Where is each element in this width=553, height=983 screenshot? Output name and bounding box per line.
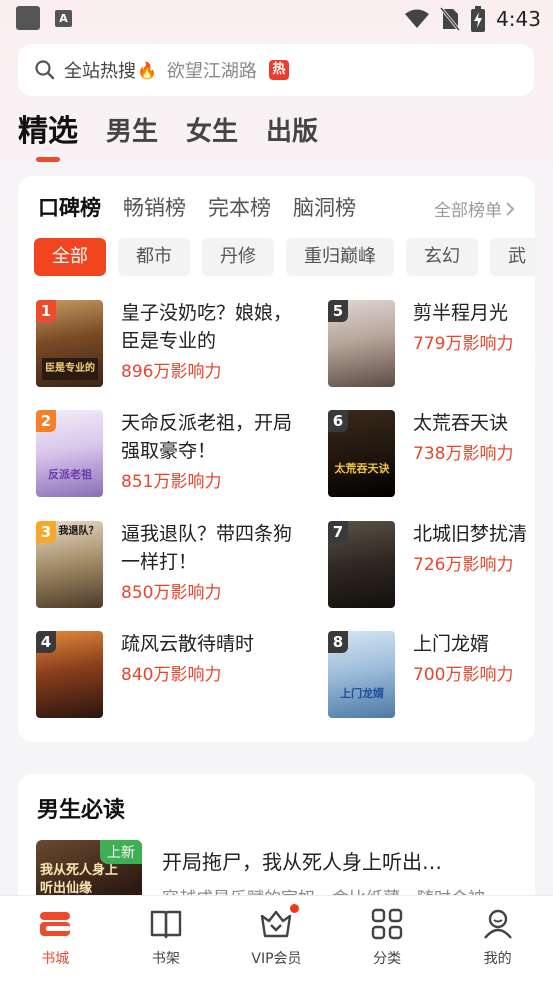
tab-featured[interactable]: 精选 (18, 112, 78, 162)
rank-badge: 7 (328, 521, 348, 543)
book-title: 北城旧梦扰清 (413, 523, 528, 545)
tab-publishing[interactable]: 出版 (266, 112, 318, 152)
book-title: 疏风云散待晴时 (121, 633, 255, 655)
book-title[interactable]: 开局拖尸，我从死人身上听出… (162, 846, 442, 875)
rank-badge: 1 (36, 300, 56, 322)
book-influence: 840万影响力 (121, 665, 222, 685)
cover-title: 我从死人身上听出仙缘 (40, 863, 119, 896)
book-item[interactable]: 5 剪半程月光 779万影响力 (328, 300, 535, 388)
nav-vip[interactable]: VIP会员 (221, 896, 332, 983)
search-hot-label: 全站热搜 (64, 61, 136, 82)
book-influence: 850万影响力 (121, 583, 222, 603)
category-grid-icon (371, 908, 403, 940)
book-cover: 臣是专业的 1 (36, 300, 103, 387)
chip-fantasy[interactable]: 玄幻 (406, 238, 478, 276)
bookstore-icon (40, 912, 71, 936)
clock: 4:43 (496, 7, 541, 31)
book-cover: 7 (328, 521, 395, 608)
book-cover: 5 (328, 300, 395, 387)
cover-title: 臣是专业的 (42, 358, 98, 380)
book-item[interactable]: 我退队？ 3 逼我退队？带四条狗一样打！ 850万影响力 (36, 521, 292, 609)
tab-creative-ranking[interactable]: 脑洞榜 (293, 192, 356, 222)
chip-alchemy[interactable]: 丹修 (202, 238, 274, 276)
genre-filter-chips: 全部 都市 丹修 重归巅峰 玄幻 武 (34, 238, 535, 276)
rank-badge: 5 (328, 300, 348, 322)
book-influence: 779万影响力 (413, 334, 514, 354)
book-cover: 反派老祖 2 (36, 410, 103, 497)
rank-badge: 4 (36, 631, 56, 653)
book-cover: 上门龙婿 8 (328, 631, 395, 718)
search-bar[interactable]: 全站热搜 🔥 欲望江湖路 热 (18, 44, 534, 96)
bottom-nav: 书城 书架 VIP会员 分类 我的 (0, 895, 553, 983)
chip-urban[interactable]: 都市 (118, 238, 190, 276)
chip-martial[interactable]: 武 (490, 238, 535, 276)
nav-bookshelf[interactable]: 书架 (111, 896, 222, 983)
rank-badge: 3 (36, 521, 56, 543)
notification-dot (290, 904, 300, 913)
book-title: 太荒吞天诀 (413, 412, 509, 434)
profile-icon (483, 909, 512, 939)
tab-indicator (36, 157, 60, 162)
status-bar: A 4:43 (0, 0, 553, 38)
book-title: 天命反派老祖，开局强取豪夺！ (121, 412, 293, 462)
chip-all[interactable]: 全部 (34, 238, 106, 276)
tab-bestseller-ranking[interactable]: 畅销榜 (123, 192, 186, 222)
search-icon (35, 60, 55, 80)
book-item[interactable]: 太荒吞天诀 6 太荒吞天诀 738万影响力 (328, 410, 535, 498)
cover-title: 反派老祖 (48, 468, 92, 481)
book-title: 上门龙婿 (413, 633, 490, 655)
rank-badge: 2 (36, 410, 56, 432)
flame-icon: 🔥 (137, 60, 157, 80)
book-influence: 726万影响力 (413, 555, 514, 575)
tab-female[interactable]: 女生 (186, 112, 238, 152)
book-cover: 太荒吞天诀 6 (328, 410, 395, 497)
rank-badge: 8 (328, 631, 348, 653)
hot-badge: 热 (268, 60, 289, 80)
wifi-icon (405, 9, 430, 28)
book-influence: 700万影响力 (413, 665, 514, 685)
book-influence: 738万影响力 (413, 444, 514, 464)
all-rankings-link[interactable]: 全部榜单 (434, 196, 515, 221)
app-notification-icon: A (55, 10, 72, 27)
cover-title: 上门龙婿 (340, 687, 384, 700)
ranking-tabs: 口碑榜 畅销榜 完本榜 脑洞榜 (38, 192, 356, 222)
book-influence: 851万影响力 (121, 472, 222, 492)
tab-male[interactable]: 男生 (106, 112, 158, 152)
book-cover: 4 (36, 631, 103, 718)
battery-charging-icon (471, 6, 486, 32)
tab-completed-ranking[interactable]: 完本榜 (208, 192, 271, 222)
nav-profile[interactable]: 我的 (442, 896, 553, 983)
new-badge: 上新 (100, 840, 142, 864)
tab-reputation-ranking[interactable]: 口碑榜 (38, 192, 101, 222)
search-suggestion[interactable]: 欲望江湖路 (167, 57, 257, 83)
book-item[interactable]: 7 北城旧梦扰清 726万影响力 (328, 521, 535, 609)
nav-category[interactable]: 分类 (332, 896, 443, 983)
book-item[interactable]: 上门龙婿 8 上门龙婿 700万影响力 (328, 631, 535, 719)
notification-icon (16, 6, 40, 30)
chevron-right-icon (506, 201, 515, 216)
nav-bookstore[interactable]: 书城 (0, 896, 111, 983)
no-sim-icon (440, 7, 461, 31)
book-item[interactable]: 4 疏风云散待晴时 840万影响力 (36, 631, 266, 719)
chip-return-to-peak[interactable]: 重归巅峰 (286, 238, 394, 276)
section-title: 男生必读 (37, 798, 126, 823)
book-item[interactable]: 臣是专业的 1 皇子没奶吃？娘娘，臣是专业的 896万影响力 (36, 300, 292, 388)
bookshelf-icon (150, 910, 182, 939)
cover-title: 我退队？ (58, 526, 99, 537)
book-title: 皇子没奶吃？娘娘，臣是专业的 (121, 302, 293, 352)
book-title: 剪半程月光 (413, 302, 509, 324)
vip-crown-icon (261, 910, 292, 938)
book-cover: 我退队？ 3 (36, 521, 103, 608)
book-title: 逼我退队？带四条狗一样打！ (121, 523, 293, 573)
main-tabs: 精选 男生 女生 出版 (18, 112, 318, 162)
cover-title: 太荒吞天诀 (334, 462, 390, 475)
book-influence: 896万影响力 (121, 362, 222, 382)
book-item[interactable]: 反派老祖 2 天命反派老祖，开局强取豪夺！ 851万影响力 (36, 410, 292, 498)
ranking-card: 口碑榜 畅销榜 完本榜 脑洞榜 全部榜单 全部 都市 丹修 重归巅峰 玄幻 武 … (18, 176, 535, 742)
status-icons: 4:43 (404, 5, 541, 33)
rank-badge: 6 (328, 410, 348, 432)
